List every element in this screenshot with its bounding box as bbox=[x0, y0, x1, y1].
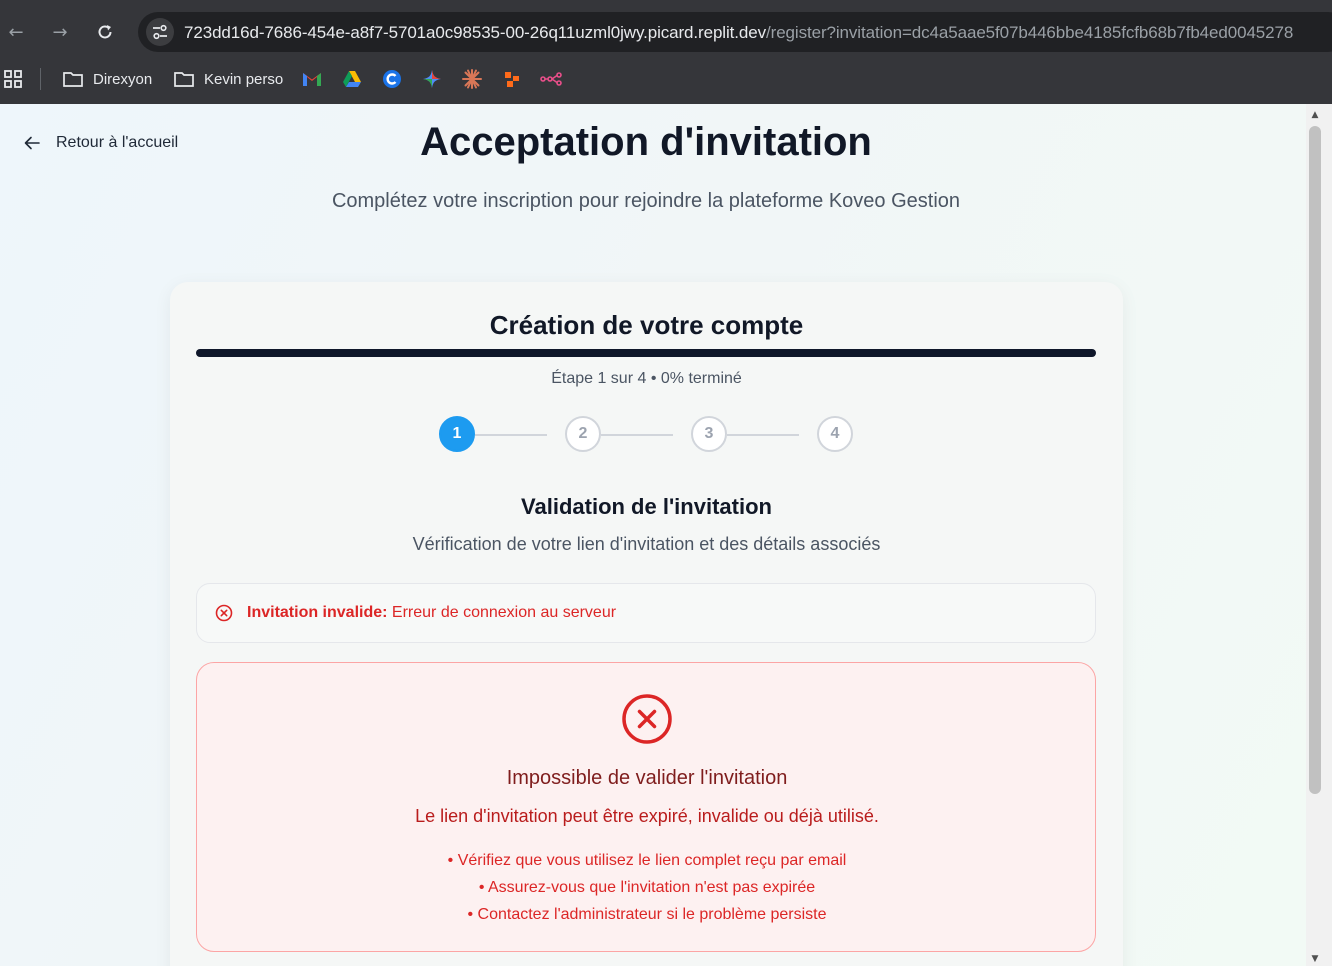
page-subtitle: Complétez votre inscription pour rejoind… bbox=[331, 190, 961, 212]
bookmark-direxyon[interactable]: Direxyon bbox=[62, 68, 152, 90]
error-tips-list: • Vérifiez que vous utilisez le lien com… bbox=[197, 847, 1097, 928]
zapier-icon[interactable] bbox=[501, 68, 523, 90]
address-bar[interactable]: 723dd16d-7686-454e-a8f7-5701a0c98535-00-… bbox=[138, 12, 1332, 52]
card-title: Création de votre compte bbox=[489, 310, 804, 340]
step-1-indicator: 1 bbox=[439, 416, 475, 452]
error-title: Impossible de valider l'invitation bbox=[506, 767, 788, 789]
step-2-indicator: 2 bbox=[565, 416, 601, 452]
gmail-icon[interactable] bbox=[301, 68, 323, 90]
apps-grid-icon[interactable] bbox=[2, 68, 24, 90]
x-circle-large-icon bbox=[622, 694, 672, 744]
workflow-icon[interactable] bbox=[540, 68, 562, 90]
step-4-indicator: 4 bbox=[817, 416, 853, 452]
folder-icon bbox=[63, 72, 83, 87]
progress-bar bbox=[196, 349, 1096, 357]
c-app-icon[interactable] bbox=[381, 68, 403, 90]
google-drive-icon[interactable] bbox=[341, 68, 363, 90]
page-title: Acceptation d'invitation bbox=[420, 120, 872, 164]
bookmark-label: Kevin perso bbox=[204, 70, 284, 88]
step-connector bbox=[601, 434, 673, 436]
bookmark-label: Direxyon bbox=[93, 70, 153, 88]
bookmark-kevin-perso[interactable]: Kevin perso bbox=[173, 68, 283, 90]
error-panel: Impossible de valider l'invitation Le li… bbox=[196, 662, 1096, 952]
registration-card: Création de votre compte Étape 1 sur 4 •… bbox=[170, 282, 1123, 966]
alert-label: Invitation invalide: bbox=[247, 604, 388, 621]
bookmarks-divider bbox=[40, 68, 41, 90]
step-connector bbox=[475, 434, 547, 436]
url-text[interactable]: 723dd16d-7686-454e-a8f7-5701a0c98535-00-… bbox=[184, 23, 1293, 43]
x-circle-icon bbox=[215, 604, 233, 622]
list-item: • Contactez l'administrateur si le probl… bbox=[467, 906, 827, 923]
step-connector bbox=[727, 434, 799, 436]
step-progress-text: Étape 1 sur 4 • 0% terminé bbox=[551, 370, 742, 387]
bookmarks-bar: Direxyon Kevin perso bbox=[0, 52, 1332, 104]
scroll-up-icon[interactable]: ▲ bbox=[1309, 110, 1321, 120]
list-item: • Assurez-vous que l'invitation n'est pa… bbox=[478, 879, 816, 896]
section-title: Validation de l'invitation bbox=[521, 494, 772, 519]
invalid-invitation-alert: Invitation invalide: Erreur de connexion… bbox=[196, 583, 1096, 643]
scroll-down-icon[interactable]: ▼ bbox=[1309, 954, 1321, 964]
reload-icon[interactable] bbox=[89, 16, 121, 48]
url-host: 723dd16d-7686-454e-a8f7-5701a0c98535-00-… bbox=[184, 23, 767, 42]
error-description: Le lien d'invitation peut être expiré, i… bbox=[415, 806, 879, 826]
alert-message: Erreur de connexion au serveur bbox=[391, 604, 617, 621]
back-arrow-icon[interactable]: ← bbox=[0, 16, 32, 48]
list-item: • Vérifiez que vous utilisez le lien com… bbox=[447, 852, 847, 869]
gemini-icon[interactable] bbox=[421, 68, 443, 90]
url-path: /register?invitation=dc4a5aae5f07b446bbe… bbox=[766, 23, 1294, 42]
forward-arrow-icon[interactable]: → bbox=[44, 16, 76, 48]
scrollbar-thumb[interactable] bbox=[1309, 126, 1321, 794]
section-subtitle: Vérification de votre lien d'invitation … bbox=[412, 534, 881, 554]
claude-icon[interactable] bbox=[461, 68, 483, 90]
site-settings-icon[interactable] bbox=[146, 18, 174, 46]
step-3-indicator: 3 bbox=[691, 416, 727, 452]
folder-icon bbox=[174, 72, 194, 87]
page-viewport: Retour à l'accueil Acceptation d'invitat… bbox=[0, 104, 1306, 966]
